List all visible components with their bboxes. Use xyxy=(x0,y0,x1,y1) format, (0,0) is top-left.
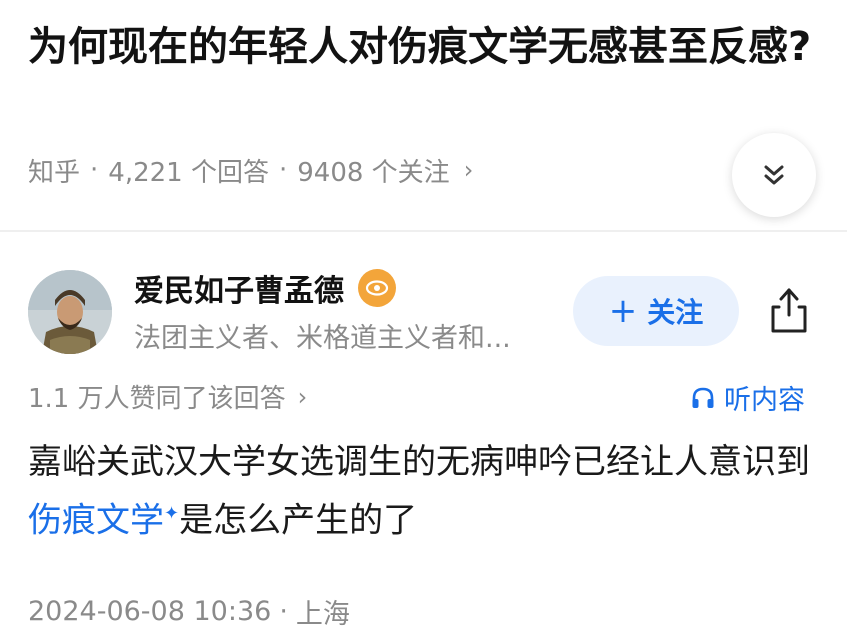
divider xyxy=(0,230,847,232)
separator: · xyxy=(278,155,288,185)
question-title[interactable]: 为何现在的年轻人对伤痕文学无感甚至反感? xyxy=(28,18,818,76)
author-bio: 法团主义者、米格道主义者和... xyxy=(134,323,511,354)
follower-count: 9408 个关注 xyxy=(297,157,450,188)
source-label: 知乎 xyxy=(28,157,81,188)
avatar[interactable] xyxy=(28,270,112,354)
share-button[interactable] xyxy=(764,282,814,338)
answer-text-before: 嘉峪关武汉大学女选调生的无病呻吟已经让人意识到 xyxy=(28,442,810,482)
answer-text[interactable]: 嘉峪关武汉大学女选调生的无病呻吟已经让人意识到伤痕文学✦是怎么产生的了 xyxy=(28,436,818,546)
avatar-image xyxy=(28,270,112,354)
share-icon xyxy=(771,288,807,333)
answer-footer: 2024-06-08 10:36 · 上海 xyxy=(28,592,350,631)
listen-button[interactable]: 听内容 xyxy=(690,378,805,417)
plus-icon: + xyxy=(608,291,638,331)
separator: · xyxy=(279,596,288,627)
vote-count: 1.1 万人赞同了该回答 xyxy=(28,384,286,414)
answer-count: 4,221 个回答 xyxy=(108,157,269,188)
separator: · xyxy=(90,155,99,185)
chevron-right-icon: › xyxy=(297,382,308,411)
vote-summary[interactable]: 1.1 万人赞同了该回答 › xyxy=(28,378,307,415)
answer-datetime: 2024-06-08 10:36 xyxy=(28,596,272,627)
expand-button[interactable] xyxy=(732,133,816,217)
follow-button[interactable]: + 关注 xyxy=(573,276,739,346)
eye-badge-icon xyxy=(358,269,396,307)
answer-location: 上海 xyxy=(295,599,350,630)
author-name[interactable]: 爱民如子曹孟德 xyxy=(134,266,396,310)
headphones-icon xyxy=(692,387,714,408)
question-meta[interactable]: 知乎 · 4,221 个回答 · 9408 个关注 › xyxy=(28,150,473,190)
double-chevron-down-icon xyxy=(764,165,784,185)
answer-text-after: 是怎么产生的了 xyxy=(179,500,418,541)
chevron-right-icon: › xyxy=(463,156,474,184)
sparkle-icon: ✦ xyxy=(164,503,180,524)
topic-link[interactable]: 伤痕文学 xyxy=(28,500,164,540)
follow-label: 关注 xyxy=(647,296,704,329)
listen-label: 听内容 xyxy=(724,385,805,416)
author-name-text: 爱民如子曹孟德 xyxy=(134,274,344,309)
